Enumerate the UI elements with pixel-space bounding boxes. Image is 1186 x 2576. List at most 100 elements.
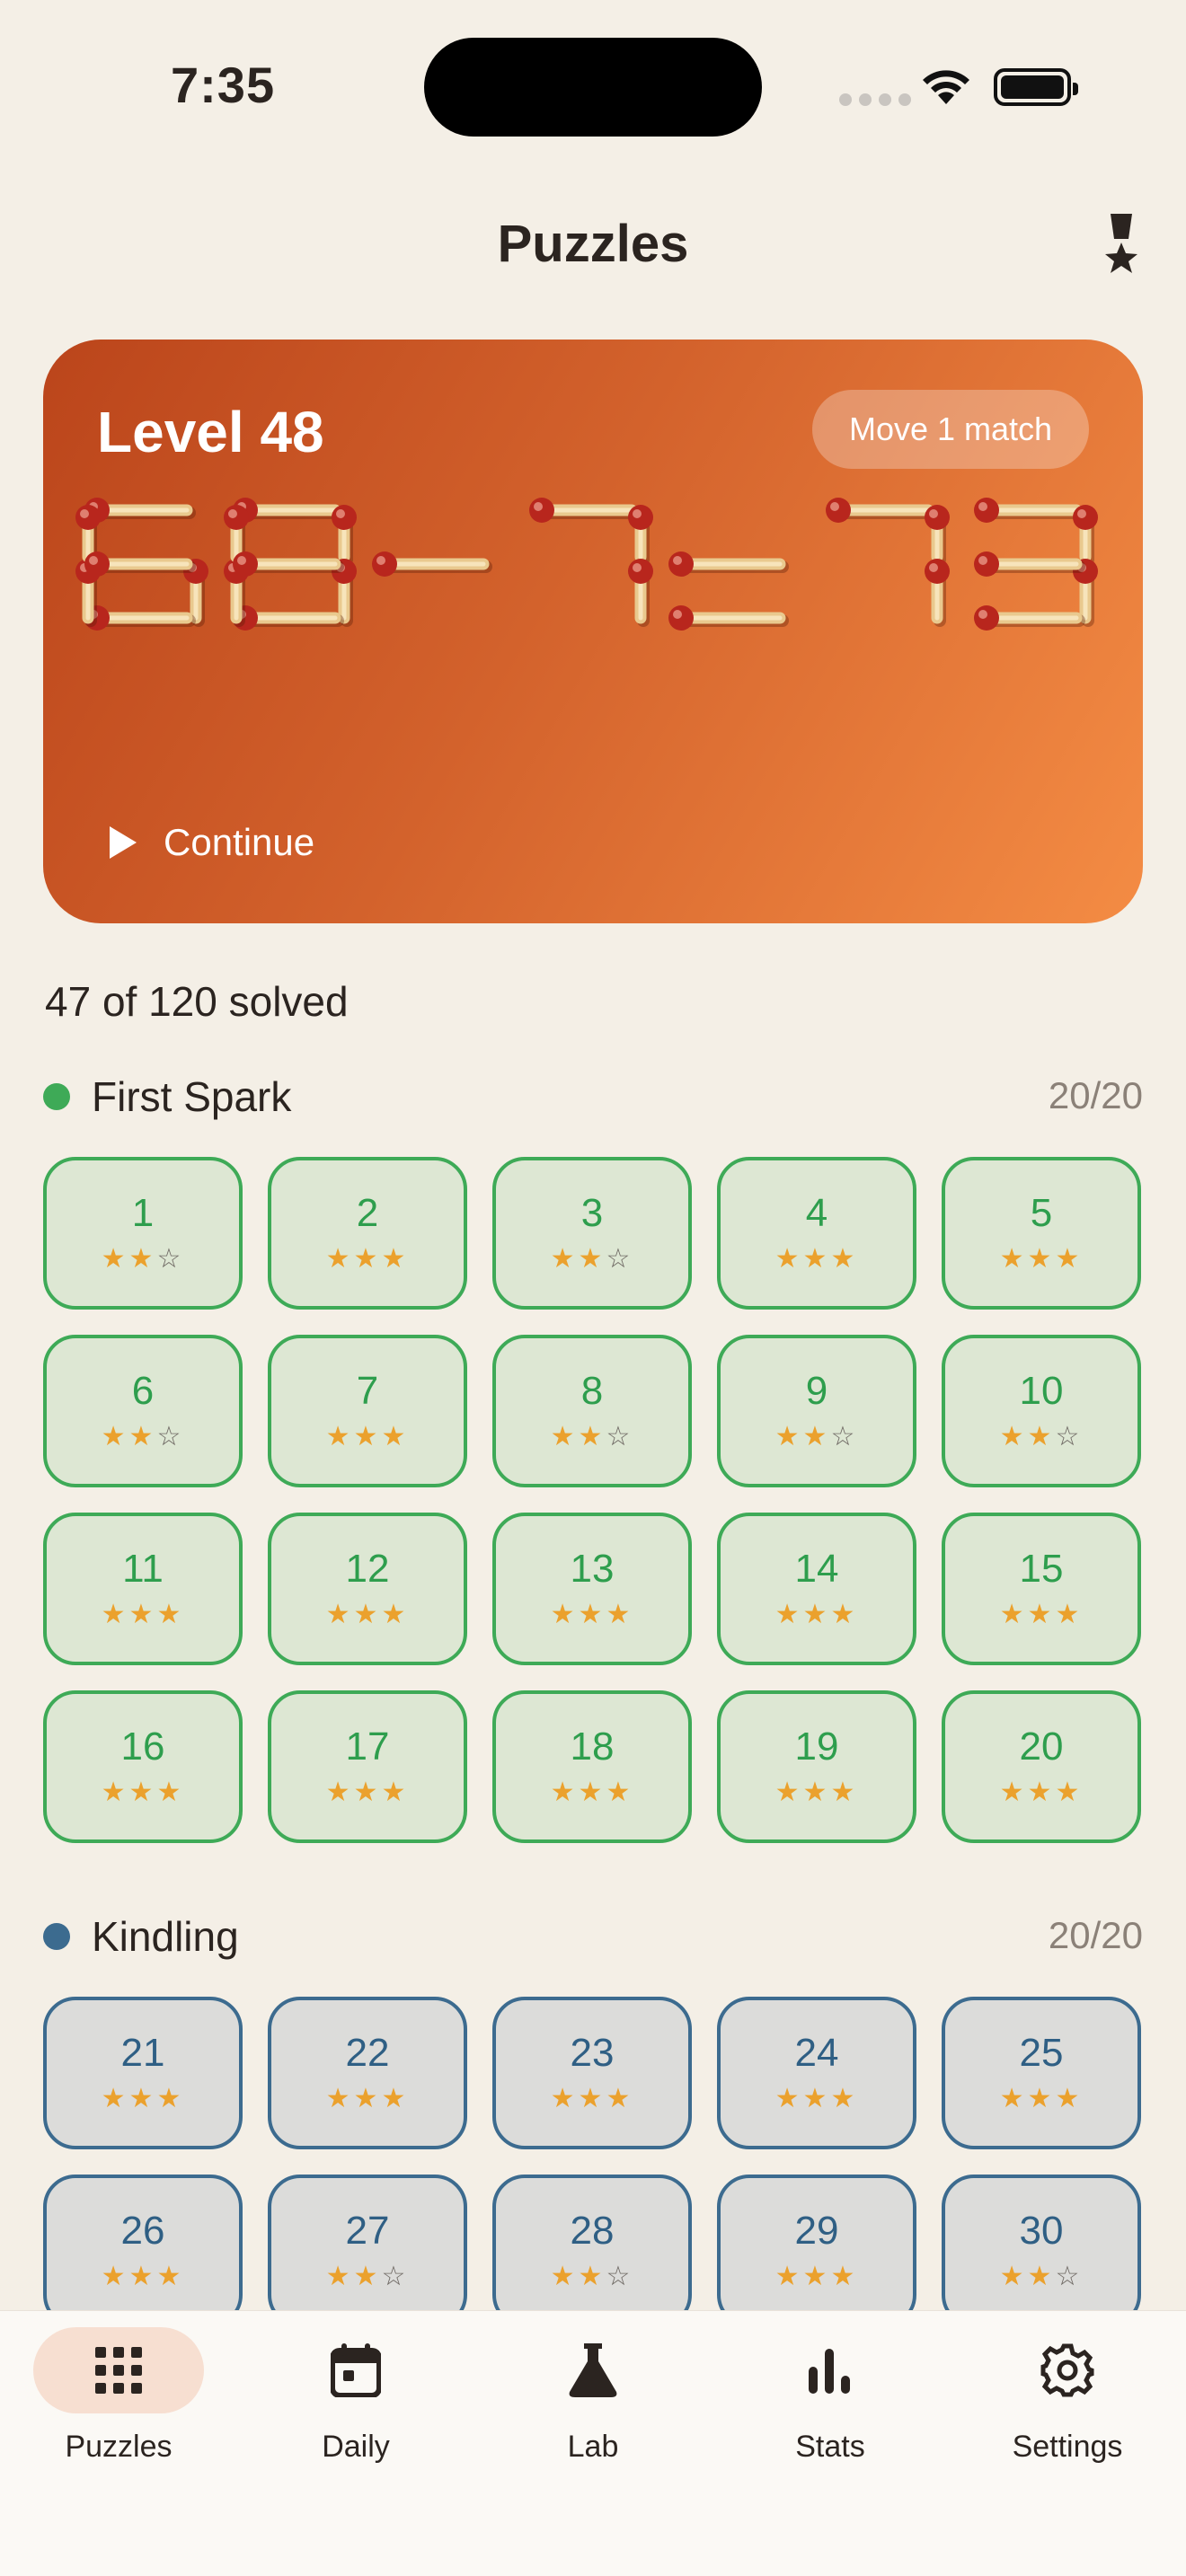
level-tile[interactable]: 29 ★★★ [717,2175,916,2327]
star-filled-icon: ★ [578,1776,606,1808]
page-title: Puzzles [497,215,689,273]
level-tile[interactable]: 23 ★★★ [492,1997,692,2149]
level-tile[interactable]: 22 ★★★ [268,1997,467,2149]
level-tile[interactable]: 8 ★★☆ [492,1335,692,1487]
star-filled-icon: ★ [325,1598,354,1630]
star-filled-icon: ★ [1027,1420,1056,1452]
level-tile[interactable]: 27 ★★☆ [268,2175,467,2327]
star-filled-icon: ★ [381,1598,410,1630]
level-tile[interactable]: 12 ★★★ [268,1513,467,1665]
tab-stats[interactable]: Stats [731,2327,929,2507]
star-empty-icon: ☆ [830,1420,859,1452]
level-tile[interactable]: 14 ★★★ [717,1513,916,1665]
star-filled-icon: ★ [325,1242,354,1275]
star-filled-icon: ★ [1027,1776,1056,1808]
star-rating: ★★★ [551,2083,634,2114]
level-tile[interactable]: 4 ★★★ [717,1157,916,1310]
matchstick [628,559,653,627]
section-header-kindling: Kindling 20/20 [43,1907,1143,1964]
star-empty-icon: ☆ [156,1420,185,1452]
level-number: 2 [356,1190,379,1235]
star-rating: ★★★ [551,1599,634,1630]
star-filled-icon: ★ [830,1242,859,1275]
level-tile[interactable]: 20 ★★★ [942,1690,1141,1843]
continue-label: Continue [164,821,315,863]
level-number: 28 [570,2208,615,2253]
matchstick [974,605,1085,631]
star-filled-icon: ★ [550,2082,579,2114]
continue-button[interactable]: Continue [106,807,314,878]
star-filled-icon: ★ [353,1776,382,1808]
current-level-card[interactable]: Level 48 Move 1 match Continue [43,340,1143,923]
play-icon [110,826,137,859]
level-number: 8 [580,1368,604,1413]
level-tile[interactable]: 24 ★★★ [717,1997,916,2149]
level-tile[interactable]: 5 ★★★ [942,1157,1141,1310]
star-filled-icon: ★ [353,2260,382,2292]
tab-daily[interactable]: Daily [257,2327,455,2507]
status-bar: 7:35 [0,0,1186,180]
tab-lab[interactable]: Lab [494,2327,692,2507]
level-number: 10 [1019,1368,1064,1413]
star-filled-icon: ★ [325,1420,354,1452]
star-rating: ★★★ [775,1243,859,1275]
star-filled-icon: ★ [550,1598,579,1630]
matchstick-equation [75,498,1098,631]
tab-puzzles[interactable]: Puzzles [20,2327,217,2507]
level-tile[interactable]: 25 ★★★ [942,1997,1141,2149]
level-tile[interactable]: 26 ★★★ [43,2175,243,2327]
star-filled-icon: ★ [381,2082,410,2114]
level-tile[interactable]: 18 ★★★ [492,1690,692,1843]
star-filled-icon: ★ [381,1242,410,1275]
level-tile[interactable]: 11 ★★★ [43,1513,243,1665]
star-rating: ★★★ [102,1777,185,1808]
star-filled-icon: ★ [325,2260,354,2292]
star-filled-icon: ★ [1027,1242,1056,1275]
level-tile[interactable]: 16 ★★★ [43,1690,243,1843]
tab-bar: Puzzles Daily Lab Stats Settings [0,2310,1186,2576]
matchstick [925,559,950,627]
star-filled-icon: ★ [774,1420,803,1452]
star-filled-icon: ★ [802,1776,831,1808]
tab-settings[interactable]: Settings [969,2327,1166,2507]
star-rating: ★★★ [326,1599,410,1630]
star-filled-icon: ★ [128,1242,157,1275]
level-number: 15 [1019,1546,1064,1591]
star-filled-icon: ★ [128,2260,157,2292]
star-filled-icon: ★ [156,2260,185,2292]
level-tile[interactable]: 30 ★★☆ [942,2175,1141,2327]
level-number: 11 [122,1546,164,1591]
level-number: 6 [131,1368,155,1413]
level-tile[interactable]: 10 ★★☆ [942,1335,1141,1487]
level-tile[interactable]: 3 ★★☆ [492,1157,692,1310]
level-tile[interactable]: 7 ★★★ [268,1335,467,1487]
star-filled-icon: ★ [774,2082,803,2114]
level-number: 16 [120,1724,165,1769]
matchstick [529,498,641,523]
level-tile[interactable]: 21 ★★★ [43,1997,243,2149]
level-number: 5 [1030,1190,1053,1235]
star-filled-icon: ★ [999,1420,1028,1452]
tab-label: Lab [567,2430,619,2464]
level-number: 13 [570,1546,615,1591]
level-tile[interactable]: 15 ★★★ [942,1513,1141,1665]
star-filled-icon: ★ [101,2260,129,2292]
level-tile[interactable]: 9 ★★☆ [717,1335,916,1487]
level-tile[interactable]: 19 ★★★ [717,1690,916,1843]
level-tile[interactable]: 6 ★★☆ [43,1335,243,1487]
level-tile[interactable]: 28 ★★☆ [492,2175,692,2327]
level-tile[interactable]: 13 ★★★ [492,1513,692,1665]
star-filled-icon: ★ [802,1242,831,1275]
star-filled-icon: ★ [774,1242,803,1275]
star-rating: ★★★ [1000,1777,1084,1808]
medal-icon[interactable] [1096,212,1146,275]
level-tile[interactable]: 17 ★★★ [268,1690,467,1843]
matchstick [826,498,937,523]
level-tile[interactable]: 2 ★★★ [268,1157,467,1310]
level-number: 14 [794,1546,839,1591]
dynamic-island [424,38,762,137]
star-empty-icon: ☆ [606,1420,634,1452]
star-filled-icon: ★ [101,1420,129,1452]
move-hint-badge: Move 1 match [812,390,1089,469]
level-tile[interactable]: 1 ★★☆ [43,1157,243,1310]
